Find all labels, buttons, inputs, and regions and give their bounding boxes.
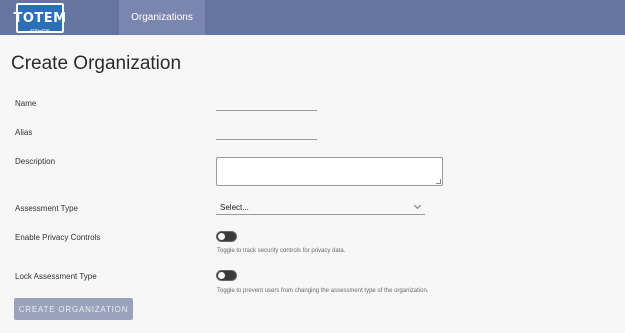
create-organization-button[interactable]: CREATE ORGANIZATION: [14, 298, 133, 320]
logo-subtext: 600x600: [30, 29, 50, 35]
assessment-type-label: Assessment Type: [15, 204, 78, 213]
assessment-type-selected: Select...: [220, 202, 249, 212]
toggle-knob: [218, 233, 225, 240]
lock-assessment-helper: Toggle to prevent users from changing th…: [217, 288, 429, 294]
assessment-type-select[interactable]: Select...: [216, 200, 425, 215]
description-textarea[interactable]: [216, 157, 443, 186]
privacy-controls-label: Enable Privacy Controls: [15, 233, 101, 242]
lock-assessment-label: Lock Assessment Type: [15, 272, 97, 281]
logo-text: TOTEM: [13, 10, 67, 26]
lock-assessment-toggle[interactable]: [216, 270, 237, 281]
page-title: Create Organization: [11, 53, 182, 74]
alias-label: Alias: [15, 128, 33, 137]
chevron-down-icon: [413, 201, 422, 210]
privacy-controls-helper: Toggle to track security controls for pr…: [217, 248, 346, 254]
resize-grip-icon[interactable]: [436, 179, 441, 184]
top-navigation-bar: TOTEM 600x600 Organizations: [0, 0, 625, 35]
name-input[interactable]: [216, 97, 317, 111]
name-label: Name: [15, 99, 37, 108]
toggle-knob: [218, 272, 225, 279]
nav-tab-organizations[interactable]: Organizations: [119, 0, 205, 35]
description-label: Description: [15, 157, 56, 166]
privacy-controls-toggle[interactable]: [216, 231, 237, 242]
alias-input[interactable]: [216, 126, 317, 140]
